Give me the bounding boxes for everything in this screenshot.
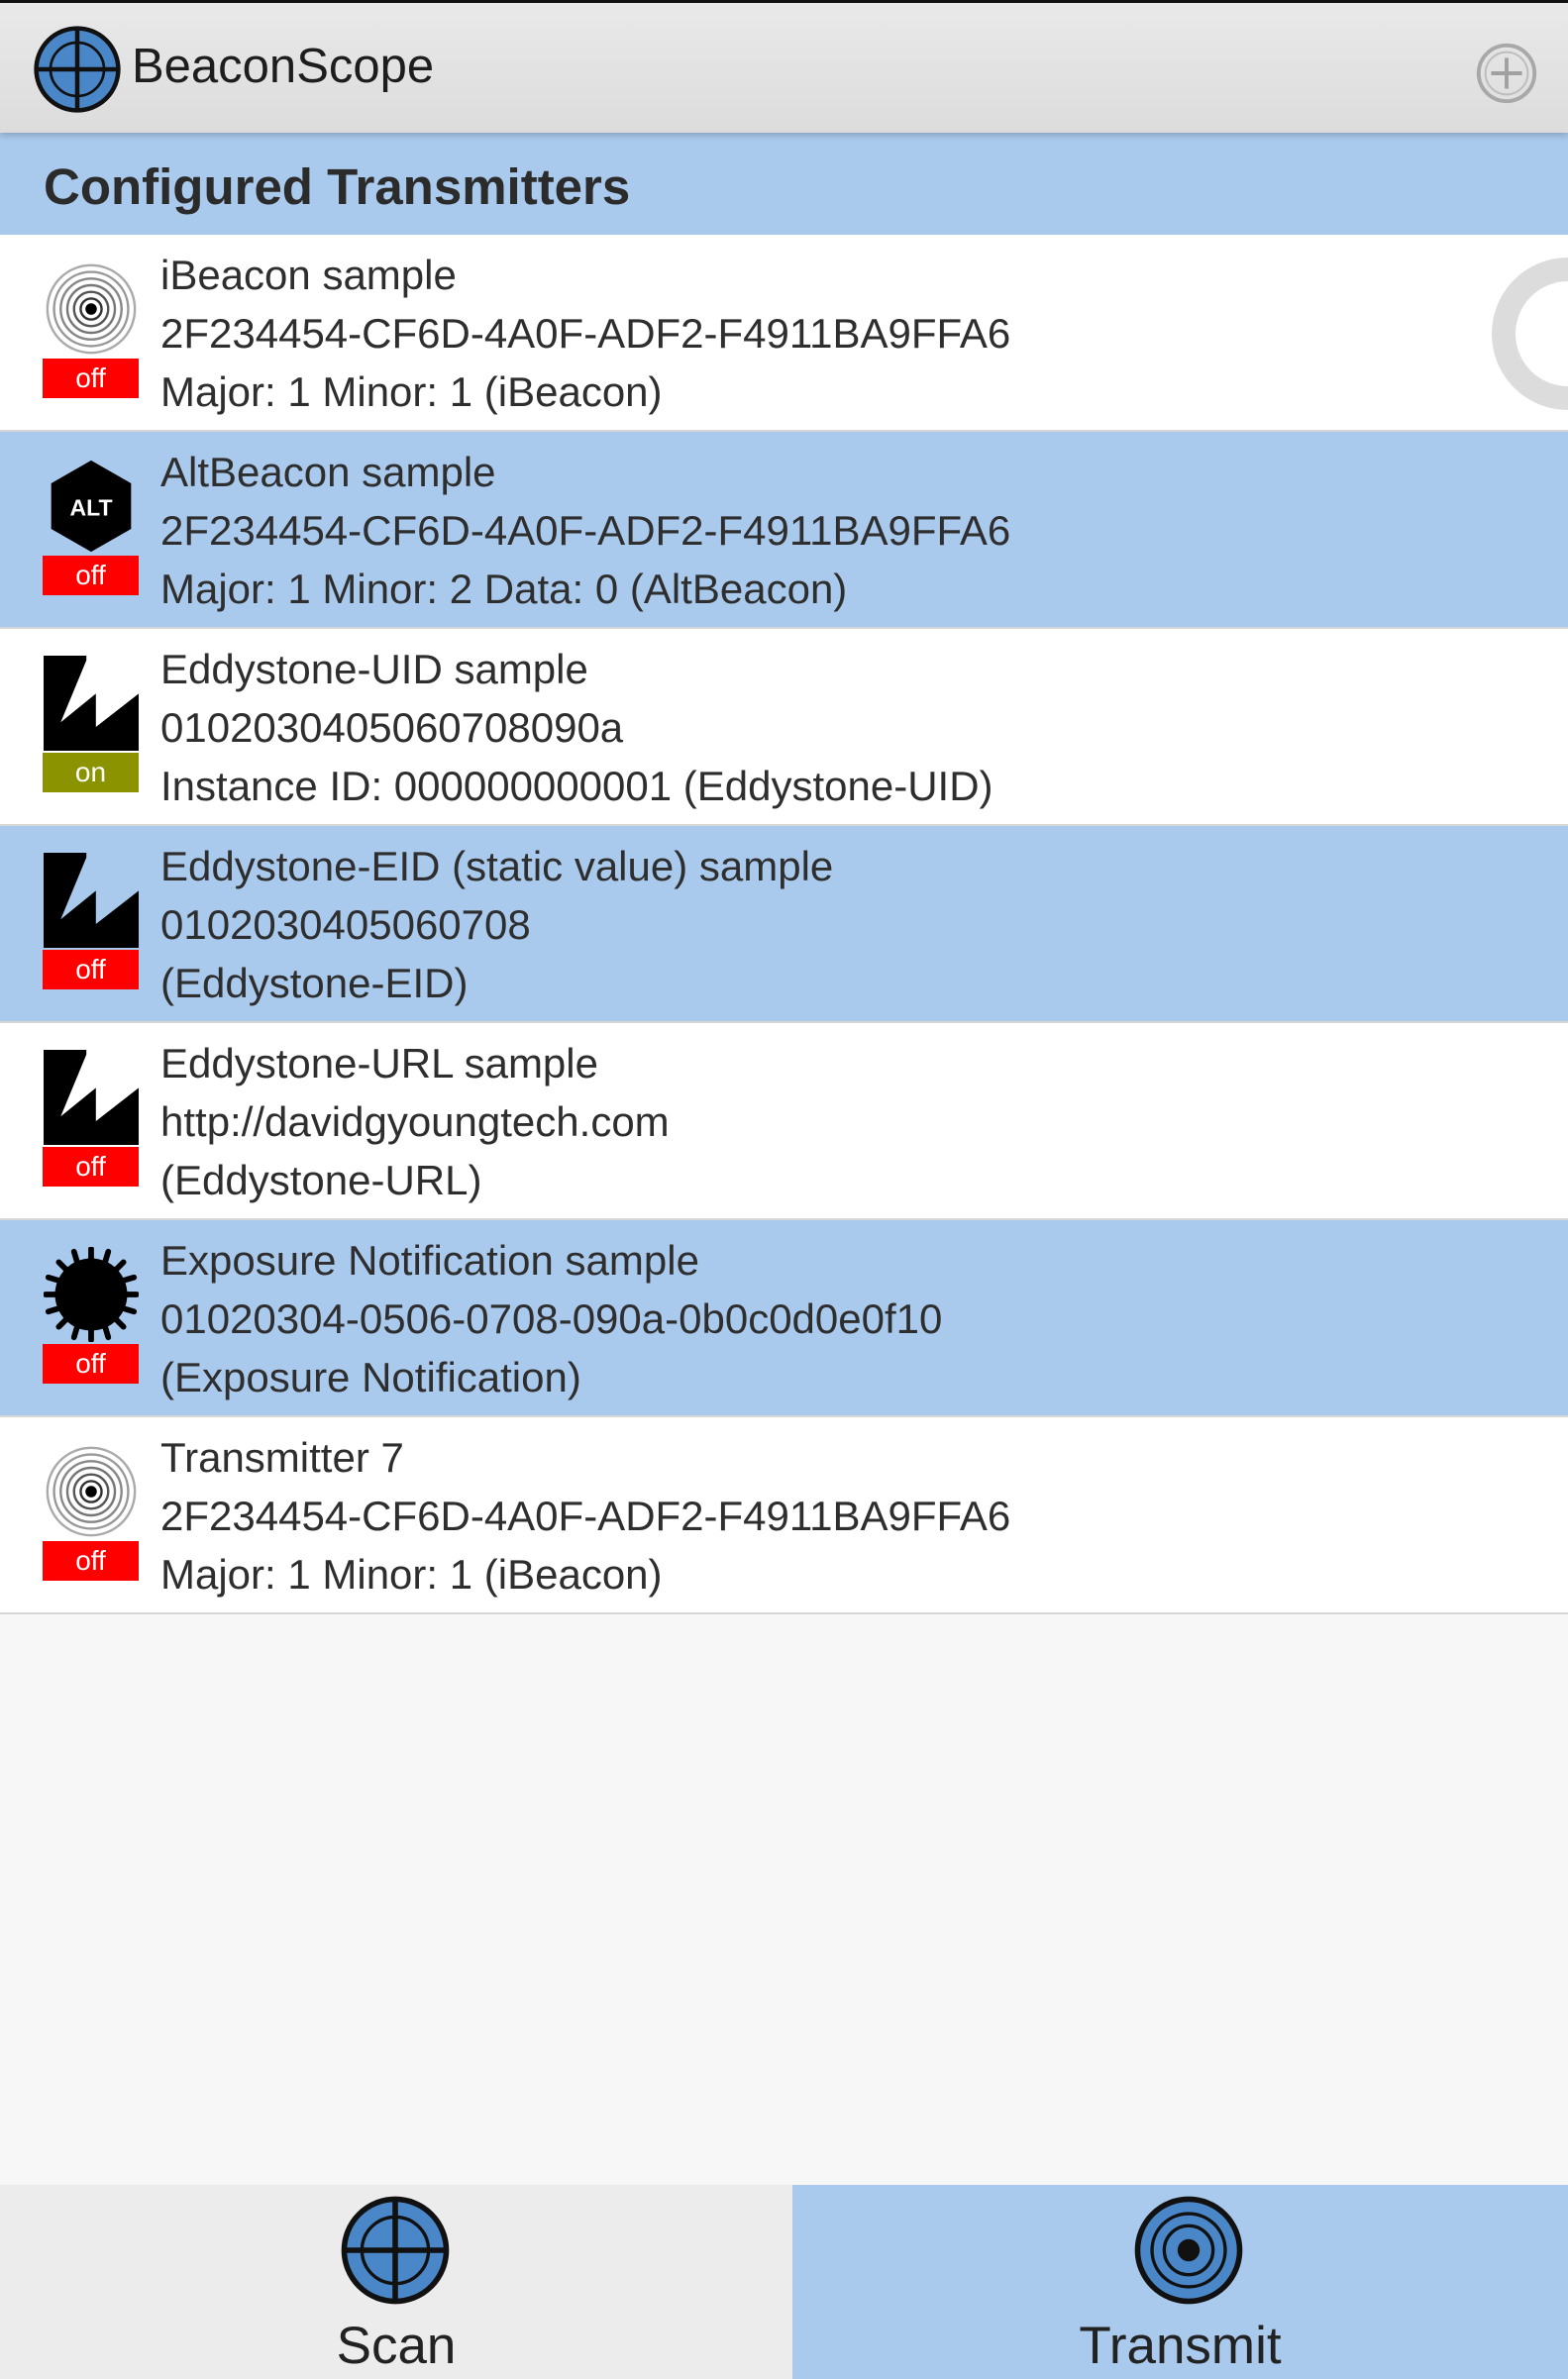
section-title: Configured Transmitters [44, 158, 631, 215]
transmitter-row[interactable]: off Eddystone-EID (static value) sample … [0, 826, 1568, 1023]
transmitter-details: Major: 1 Minor: 1 (iBeacon) [160, 368, 663, 415]
ibeacon-signal-icon [46, 263, 137, 355]
eddystone-icon [44, 853, 139, 948]
transmitter-details: Major: 1 Minor: 2 Data: 0 (AltBeacon) [160, 566, 848, 612]
tab-scan[interactable]: Scan [0, 2185, 792, 2379]
ibeacon-signal-icon [46, 1446, 137, 1537]
transmitter-details: (Eddystone-EID) [160, 960, 469, 1006]
eddystone-icon [44, 656, 139, 751]
transmitter-row[interactable]: off Exposure Notification sample 0102030… [0, 1220, 1568, 1417]
transmitter-name: Transmitter 7 [160, 1434, 404, 1481]
eddystone-icon [44, 1050, 139, 1145]
transmitter-row[interactable]: ALT off AltBeacon sample 2F234454-CF6D-4… [0, 432, 1568, 629]
crosshair-globe-icon [341, 2196, 450, 2305]
tab-transmit-label: Transmit [1079, 2317, 1282, 2375]
transmitter-name: Eddystone-UID sample [160, 646, 588, 692]
top-app-bar: BeaconScope [0, 0, 1568, 133]
transmitter-name: AltBeacon sample [160, 449, 496, 495]
crosshair-globe-icon [34, 26, 121, 113]
transmitter-id: http://davidgyoungtech.com [160, 1098, 670, 1145]
loading-ring-icon [1492, 258, 1568, 410]
status-badge[interactable]: off [43, 1147, 139, 1187]
transmitter-row[interactable]: off Eddystone-URL sample http://davidgyo… [0, 1023, 1568, 1220]
tab-transmit[interactable]: Transmit [792, 2185, 1568, 2379]
transmitter-id: 0102030405060708 [160, 901, 531, 948]
transmitter-details: (Exposure Notification) [160, 1354, 581, 1400]
transmitter-name: Eddystone-EID (static value) sample [160, 843, 834, 889]
transmitter-name: Eddystone-URL sample [160, 1040, 598, 1086]
section-header: Configured Transmitters [0, 133, 1568, 235]
transmitter-list: off iBeacon sample 2F234454-CF6D-4A0F-AD… [0, 235, 1568, 1614]
transmitter-details: (Eddystone-URL) [160, 1157, 482, 1203]
transmitter-name: Exposure Notification sample [160, 1237, 699, 1284]
status-badge[interactable]: off [43, 950, 139, 989]
transmitter-row[interactable]: on Eddystone-UID sample 0102030405060708… [0, 629, 1568, 826]
transmitter-id: 2F234454-CF6D-4A0F-ADF2-F4911BA9FFA6 [160, 1493, 1011, 1539]
status-badge[interactable]: off [43, 1344, 139, 1384]
transmitter-name: iBeacon sample [160, 252, 457, 298]
transmitter-id: 0102030405060708090a [160, 704, 624, 751]
altbeacon-icon-text: ALT [69, 495, 112, 521]
transmitter-row[interactable]: off Transmitter 7 2F234454-CF6D-4A0F-ADF… [0, 1417, 1568, 1614]
transmitter-id: 2F234454-CF6D-4A0F-ADF2-F4911BA9FFA6 [160, 507, 1011, 554]
transmit-rings-icon [1134, 2196, 1243, 2305]
altbeacon-icon: ALT [51, 460, 132, 553]
exposure-notification-icon [44, 1247, 139, 1342]
status-badge[interactable]: off [43, 359, 139, 398]
bottom-nav: Scan Transmit [0, 2185, 1568, 2379]
status-badge[interactable]: on [43, 753, 139, 792]
transmitter-details: Major: 1 Minor: 1 (iBeacon) [160, 1551, 663, 1598]
transmitter-details: Instance ID: 000000000001 (Eddystone-UID… [160, 763, 993, 809]
add-transmitter-button[interactable] [1473, 40, 1540, 107]
transmitter-row[interactable]: off iBeacon sample 2F234454-CF6D-4A0F-AD… [0, 235, 1568, 432]
tab-scan-label: Scan [336, 2317, 457, 2375]
status-badge[interactable]: off [43, 1541, 139, 1581]
status-badge[interactable]: off [43, 556, 139, 595]
app-title: BeaconScope [132, 40, 435, 93]
transmitter-id: 2F234454-CF6D-4A0F-ADF2-F4911BA9FFA6 [160, 310, 1011, 357]
transmitter-id: 01020304-0506-0708-090a-0b0c0d0e0f10 [160, 1295, 943, 1342]
